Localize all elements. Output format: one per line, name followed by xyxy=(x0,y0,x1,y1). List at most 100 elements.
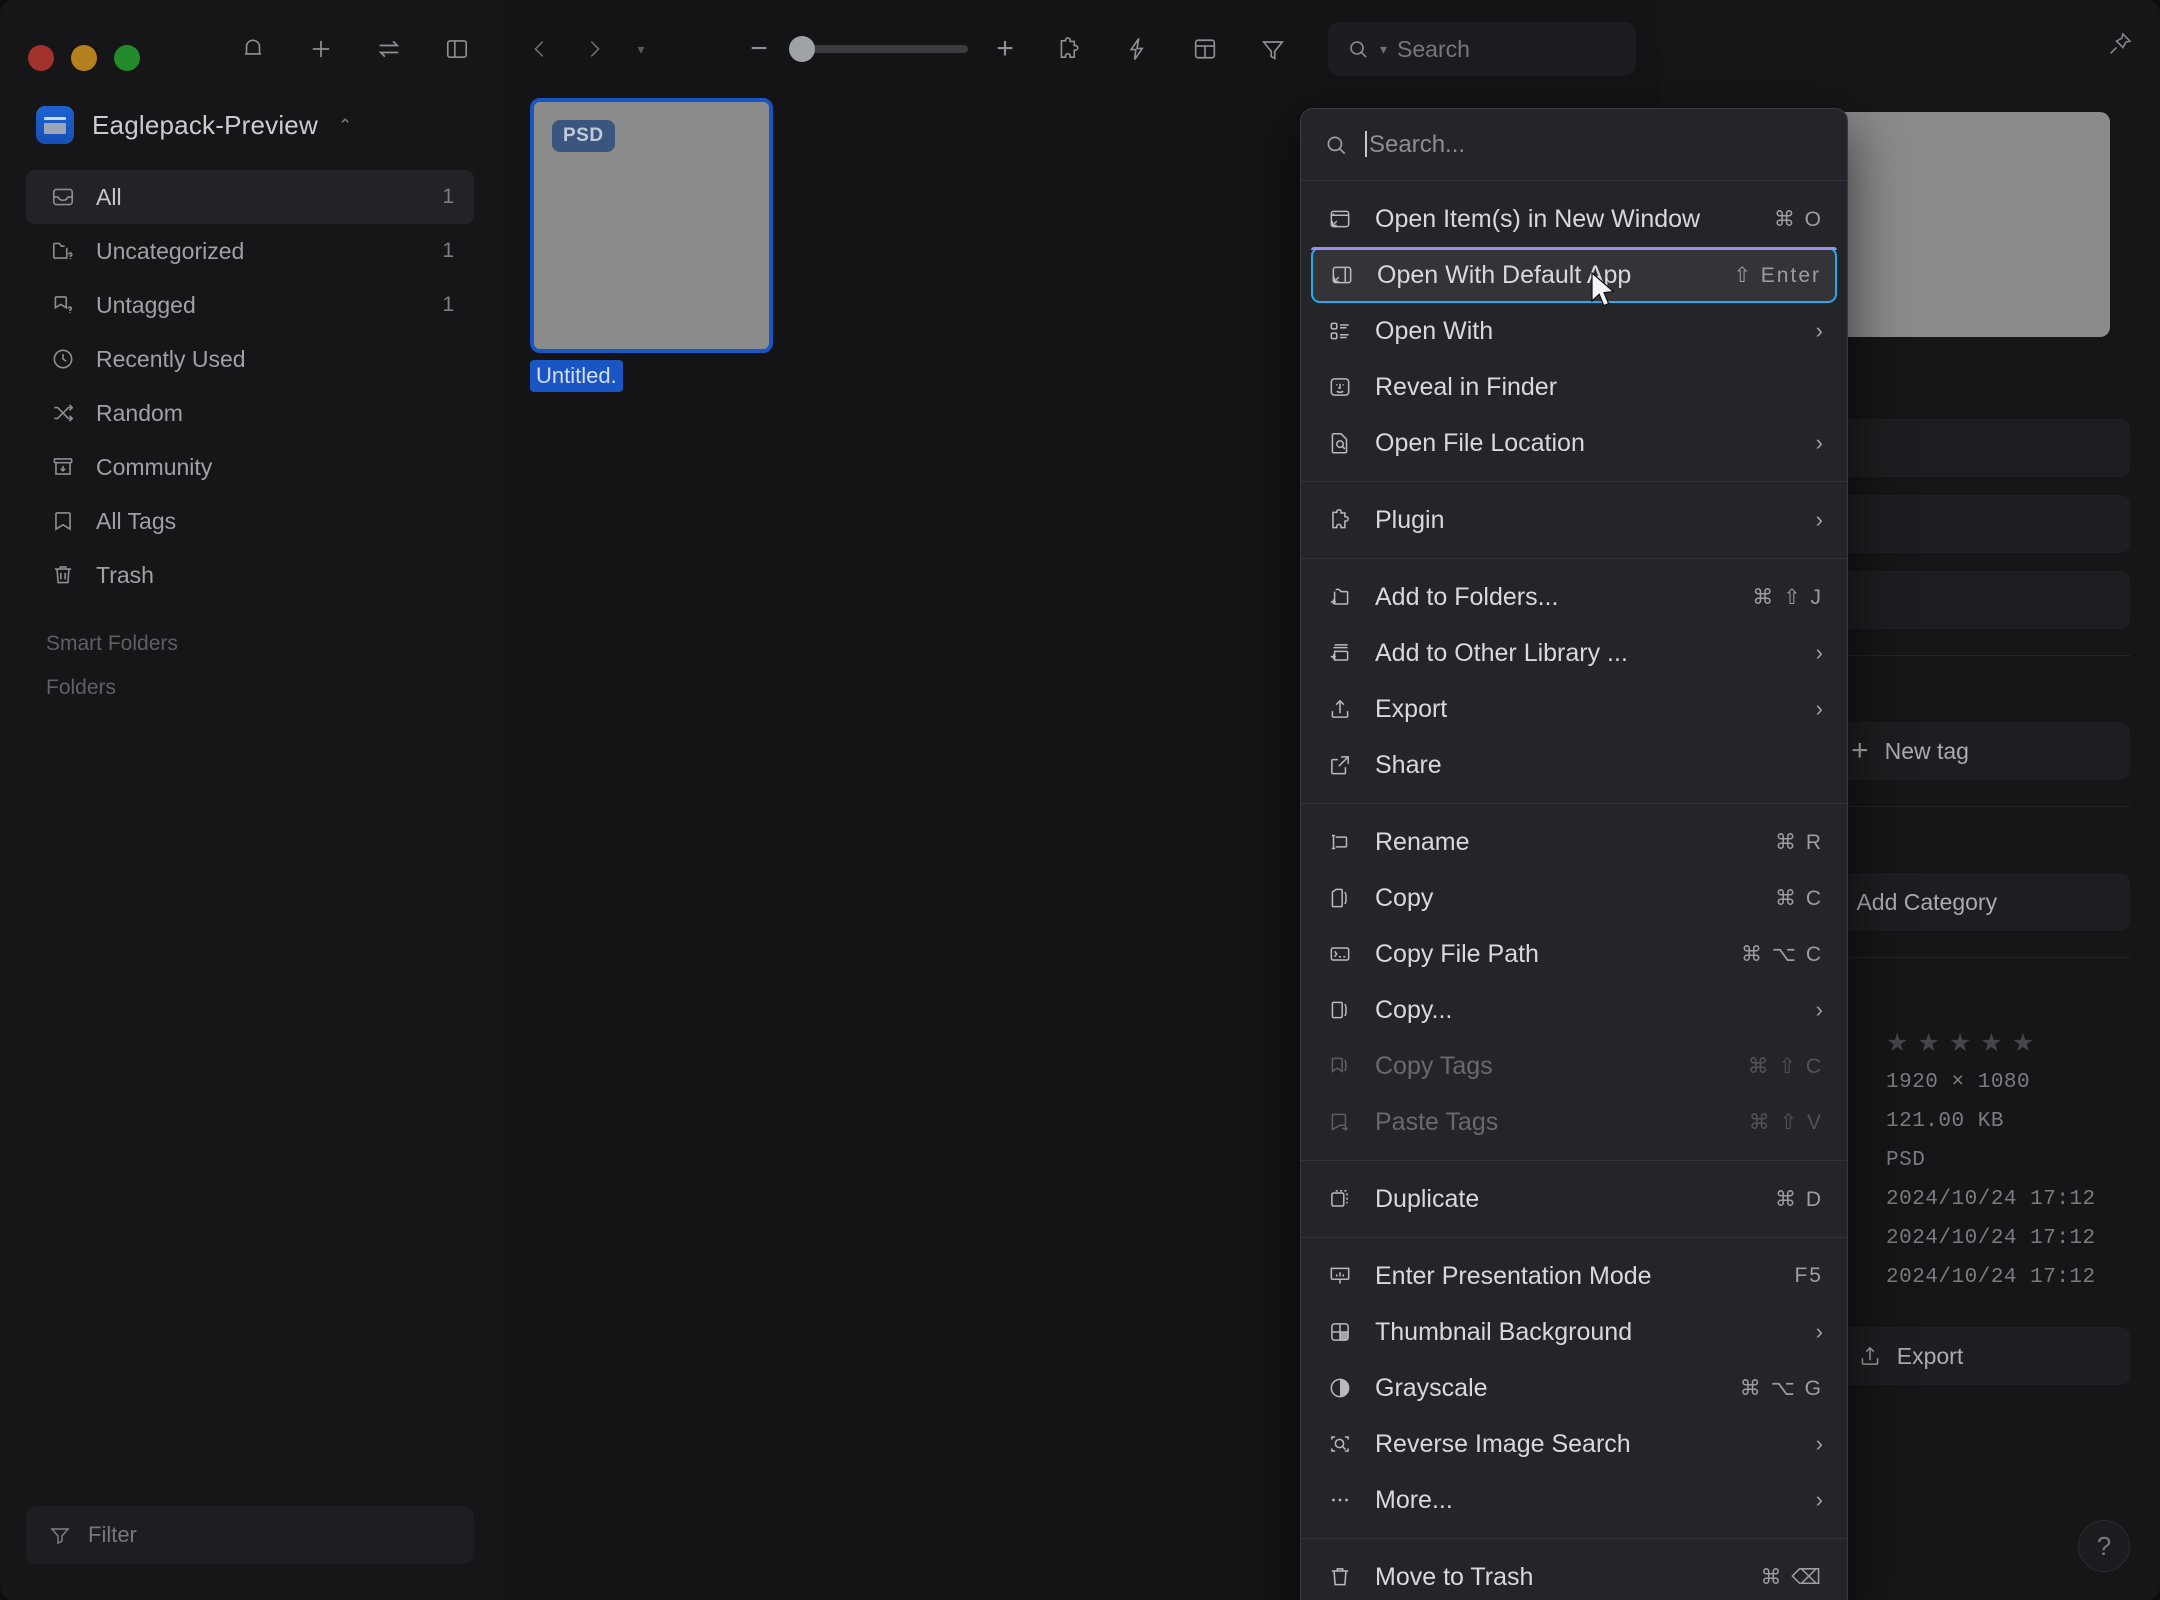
menu-item-label: Move to Trash xyxy=(1375,1562,1534,1591)
submenu-arrow-icon: › xyxy=(1815,997,1823,1022)
size-slider-track[interactable] xyxy=(789,36,968,62)
sidebar-item-untagged[interactable]: Untagged 1 xyxy=(26,278,474,332)
sidebar-item-count: 1 xyxy=(442,293,454,316)
menu-item-label: Add to Folders... xyxy=(1375,582,1559,611)
copy-tags-icon xyxy=(1325,1051,1355,1081)
section-folders[interactable]: Folders xyxy=(0,656,500,700)
section-smart-folders[interactable]: Smart Folders xyxy=(0,602,500,656)
sync-icon[interactable] xyxy=(368,28,410,70)
menu-item-add-to-folders[interactable]: Add to Folders... ⌘ ⇧ J xyxy=(1311,569,1837,625)
breadcrumb-caret-icon[interactable]: ▾ xyxy=(626,41,656,58)
property-value: 2024/10/24 17:12 xyxy=(1886,1188,2096,1211)
menu-item-add-to-other-library[interactable]: Add to Other Library ... › xyxy=(1311,625,1837,681)
search-placeholder: Search xyxy=(1397,35,1470,62)
menu-item-copy-file-path[interactable]: Copy File Path ⌘ ⌥ C xyxy=(1311,926,1837,982)
menu-item-shortcut: ⌘ C xyxy=(1775,886,1823,910)
zoom-out-button[interactable]: − xyxy=(742,34,776,64)
menu-item-open-with[interactable]: Open With › xyxy=(1311,303,1837,359)
menu-item-move-to-trash[interactable]: Move to Trash ⌘ ⌫ xyxy=(1311,1549,1837,1600)
filter-input[interactable]: Filter xyxy=(26,1506,474,1564)
folder-question-icon xyxy=(46,234,80,268)
search-input[interactable]: ▾ Search xyxy=(1328,22,1636,76)
menu-item-label: Open File Location xyxy=(1375,428,1585,457)
menu-item-thumbnail-background[interactable]: Thumbnail Background › xyxy=(1311,1304,1837,1360)
chevron-down-icon[interactable]: ▾ xyxy=(1380,41,1387,58)
filter-icon[interactable] xyxy=(1252,28,1294,70)
menu-item-label: Copy xyxy=(1375,883,1434,912)
toolbar: ▾ − + ▾ Search xyxy=(500,0,1660,98)
pin-icon[interactable] xyxy=(2106,30,2134,63)
lightning-icon[interactable] xyxy=(1116,28,1158,70)
grid-item-label[interactable]: Untitled. xyxy=(530,360,623,392)
menu-item-enter-presentation-mode[interactable]: Enter Presentation Mode F5 xyxy=(1311,1248,1837,1304)
sidebar-item-recently-used[interactable]: Recently Used xyxy=(26,332,474,386)
menu-item-more[interactable]: More... › xyxy=(1311,1472,1837,1528)
menu-item-export[interactable]: Export › xyxy=(1311,681,1837,737)
menu-item-rename[interactable]: Rename ⌘ R xyxy=(1311,814,1837,870)
minimize-window-button[interactable] xyxy=(71,44,97,71)
star-icon[interactable]: ★ xyxy=(1886,1031,1908,1056)
menu-item-open-with-default-app[interactable]: Open With Default App ⇧ Enter xyxy=(1311,247,1837,303)
plugin-icon[interactable] xyxy=(1048,28,1090,70)
library-name: Eaglepack-Preview xyxy=(92,109,318,140)
size-slider-knob[interactable] xyxy=(789,36,815,62)
menu-item-open-file-location[interactable]: Open File Location › xyxy=(1311,415,1837,471)
library-switcher[interactable]: Eaglepack-Preview ⌃ xyxy=(0,78,500,170)
menu-item-plugin[interactable]: Plugin › xyxy=(1311,492,1837,548)
zoom-window-button[interactable] xyxy=(114,44,140,71)
property-value: 1920 × 1080 xyxy=(1886,1071,2031,1094)
menu-item-label: Open Item(s) in New Window xyxy=(1375,204,1701,233)
share-icon xyxy=(1325,750,1355,780)
star-icon[interactable]: ★ xyxy=(1949,1031,1971,1056)
close-window-button[interactable] xyxy=(28,44,54,71)
bell-icon[interactable] xyxy=(232,28,274,70)
sidebar-item-uncategorized[interactable]: Uncategorized 1 xyxy=(26,224,474,278)
forward-button[interactable] xyxy=(572,27,616,71)
menu-item-reveal-in-finder[interactable]: Reveal in Finder xyxy=(1311,359,1837,415)
filter-area: Filter xyxy=(0,1506,500,1600)
star-icon[interactable]: ★ xyxy=(2012,1031,2034,1056)
bookmark-icon xyxy=(46,504,80,538)
menu-item-shortcut: ⌘ ⇧ C xyxy=(1747,1054,1823,1078)
menu-item-copy[interactable]: Copy ⌘ C xyxy=(1311,870,1837,926)
menu-item-share[interactable]: Share xyxy=(1311,737,1837,793)
menu-item-reverse-image-search[interactable]: Reverse Image Search › xyxy=(1311,1416,1837,1472)
zoom-in-button[interactable]: + xyxy=(988,34,1022,64)
plus-icon[interactable] xyxy=(300,28,342,70)
sidebar-toolbar xyxy=(232,28,478,70)
eagle-app-window: Eaglepack-Preview ⌃ All 1 Uncategorized … xyxy=(0,0,2160,1600)
sidebar-item-count: 1 xyxy=(442,239,454,262)
sidebar-item-all-tags[interactable]: All Tags xyxy=(26,494,474,548)
menu-item-grayscale[interactable]: Grayscale ⌘ ⌥ G xyxy=(1311,1360,1837,1416)
menu-item-copy-as[interactable]: Copy... › xyxy=(1311,982,1837,1038)
star-icon[interactable]: ★ xyxy=(1980,1031,2002,1056)
export-label: Export xyxy=(1896,1342,1964,1369)
help-button[interactable]: ? xyxy=(2078,1520,2130,1572)
sidebar-item-label: All xyxy=(96,183,122,210)
menu-item-label: Enter Presentation Mode xyxy=(1375,1261,1652,1290)
sidebar-item-trash[interactable]: Trash xyxy=(26,548,474,602)
back-button[interactable] xyxy=(518,27,562,71)
grid-item-thumbnail[interactable]: PSD xyxy=(530,98,773,353)
layout-icon[interactable] xyxy=(1184,28,1226,70)
rating-stars[interactable]: ★ ★ ★ ★ ★ xyxy=(1886,1031,2034,1056)
filter-placeholder: Filter xyxy=(88,1522,137,1547)
property-value: PSD xyxy=(1886,1149,1926,1172)
context-menu-search[interactable]: Search... xyxy=(1301,109,1847,181)
menu-item-open-in-new-window[interactable]: Open Item(s) in New Window ⌘ O xyxy=(1311,191,1837,247)
sidebar-item-all[interactable]: All 1 xyxy=(26,170,474,224)
menu-item-duplicate[interactable]: Duplicate ⌘ D xyxy=(1311,1171,1837,1227)
menu-item-label: Open With xyxy=(1375,316,1494,345)
sidebar-toggle-icon[interactable] xyxy=(436,28,478,70)
thumbnail-size-slider: − + xyxy=(742,34,1022,64)
export-icon xyxy=(1325,694,1355,724)
sidebar-item-random[interactable]: Random xyxy=(26,386,474,440)
app-list-icon xyxy=(1325,316,1355,346)
menu-item-shortcut: F5 xyxy=(1794,1264,1823,1287)
main-area: ▾ − + ▾ Search PSD Untitled. Search... O… xyxy=(500,0,1848,1600)
star-icon[interactable]: ★ xyxy=(1917,1031,1939,1056)
sidebar-item-community[interactable]: Community xyxy=(26,440,474,494)
ellipsis-icon xyxy=(1325,1485,1355,1515)
menu-item-label: Grayscale xyxy=(1375,1373,1488,1402)
menu-item-paste-tags: Paste Tags ⌘ ⇧ V xyxy=(1311,1094,1837,1150)
